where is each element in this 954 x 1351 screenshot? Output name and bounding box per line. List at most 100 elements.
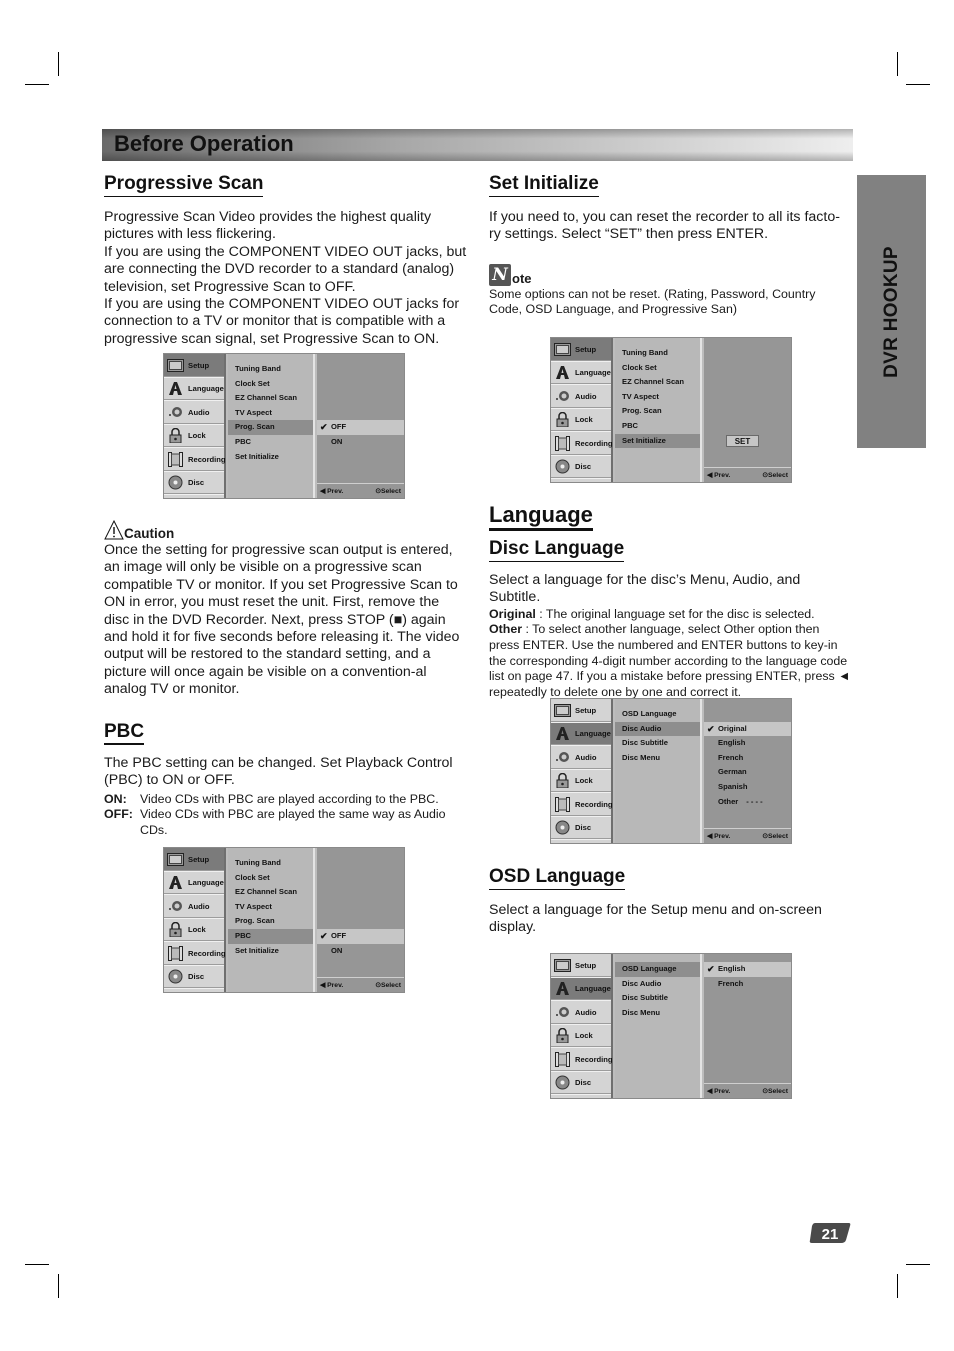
osd-category-lock[interactable]: Lock (551, 409, 611, 432)
osd-menu-item[interactable]: PBC (228, 928, 313, 944)
osd-option[interactable]: French (704, 751, 791, 766)
osd-category-label: Audio (575, 391, 597, 401)
prev-hint[interactable]: ◀ Prev. (320, 981, 343, 989)
osd-category-label: Disc (575, 1078, 592, 1088)
select-hint[interactable]: ⊙Select (762, 1087, 788, 1095)
osd-category-audio[interactable]: Audio (164, 895, 224, 919)
crop-mark (58, 1274, 59, 1298)
osd-menu-item[interactable]: Prog. Scan (228, 914, 313, 929)
osd-option[interactable]: English (704, 736, 791, 751)
osd-menu-item[interactable]: EZ Channel Scan (228, 391, 313, 406)
osd-menu-item[interactable]: Disc Subtitle (615, 736, 700, 751)
select-hint[interactable]: ⊙Select (375, 981, 401, 989)
osd-menu-item[interactable]: TV Aspect (228, 406, 313, 421)
osd-option-label: OFF (331, 422, 347, 432)
osd-option[interactable]: ON (317, 944, 404, 959)
osd-menu-item[interactable]: Disc Audio (615, 721, 700, 737)
select-hint[interactable]: ⊙Select (762, 832, 788, 840)
osd-category-audio[interactable]: Audio (551, 385, 611, 409)
prev-hint[interactable]: ◀ Prev. (707, 471, 730, 479)
osd-menu-item[interactable]: Disc Menu (615, 1006, 700, 1021)
osd-category-language[interactable]: Language (551, 362, 611, 385)
language-code-field[interactable]: - - - - (746, 797, 762, 806)
osd-category-recording[interactable]: Recording (551, 793, 613, 817)
osd-category-disc[interactable]: Disc (164, 966, 224, 989)
osd-category-setup[interactable]: Setup (164, 354, 224, 378)
osd-category-language[interactable]: Language (164, 378, 224, 401)
osd-option[interactable]: ON (317, 435, 404, 450)
osd-menu-item[interactable]: Prog. Scan (615, 404, 700, 419)
osd-category-audio[interactable]: Audio (164, 401, 224, 425)
osd-category-recording[interactable]: Recording (551, 1048, 613, 1072)
osd-menu-item[interactable]: Disc Menu (615, 751, 700, 766)
lock-icon (554, 412, 571, 428)
osd-menu-item[interactable]: OSD Language (615, 707, 700, 722)
osd-category-recording[interactable]: Recording (164, 942, 226, 966)
osd-option[interactable]: ✔ English (704, 962, 791, 977)
osd-menu-item[interactable]: PBC (228, 435, 313, 450)
prev-hint[interactable]: ◀ Prev. (707, 1087, 730, 1095)
osd-menu-item[interactable]: Tuning Band (228, 856, 313, 871)
osd-menu-item[interactable]: PBC (615, 419, 700, 434)
osd-language-section: OSD Language Select a language for the S… (489, 866, 851, 937)
osd-category-disc[interactable]: Disc (164, 472, 224, 495)
osd-menu-item[interactable]: TV Aspect (228, 900, 313, 915)
osd-menu-item[interactable]: EZ Channel Scan (228, 885, 313, 900)
osd-category-language[interactable]: Language (164, 872, 224, 895)
osd-category-lock[interactable]: Lock (551, 770, 611, 793)
osd-menu-item[interactable]: Tuning Band (228, 362, 313, 377)
osd-category-lock[interactable]: Lock (164, 425, 224, 448)
select-hint[interactable]: ⊙Select (762, 471, 788, 479)
osd-menu-item[interactable]: Clock Set (228, 871, 313, 886)
osd-category-label: Recording (188, 454, 226, 464)
osd-menu-item[interactable]: Disc Subtitle (615, 991, 700, 1006)
crop-mark (906, 1264, 930, 1265)
osd-menu-item[interactable]: Tuning Band (615, 346, 700, 361)
osd-category-setup[interactable]: Setup (164, 848, 224, 872)
osd-menu-item[interactable]: Clock Set (615, 361, 700, 376)
osd-menu-item[interactable]: Prog. Scan (228, 420, 313, 435)
osd-category-lock[interactable]: Lock (551, 1025, 611, 1048)
side-tab-label: DVR HOOKUP (880, 245, 902, 378)
osd-category-setup[interactable]: Setup (551, 954, 611, 978)
osd-menu-item[interactable]: Set Initialize (615, 433, 700, 449)
osd-category-disc[interactable]: Disc (551, 1072, 611, 1095)
audio-icon (554, 389, 571, 404)
osd-option[interactable]: Other - - - - (704, 795, 791, 810)
osd-option[interactable]: French (704, 977, 791, 992)
select-label: Select (380, 982, 401, 989)
osd-menu-item[interactable]: Set Initialize (228, 450, 313, 465)
osd-option[interactable]: ✔ OFF (317, 929, 404, 944)
original-label: Original (489, 606, 536, 621)
osd-option[interactable]: ✔ OFF (317, 420, 404, 435)
osd-category-recording[interactable]: Recording (551, 432, 613, 456)
osd-option-panel: ✔ English French ◀ Prev. ⊙Select (704, 954, 791, 1098)
select-hint[interactable]: ⊙Select (375, 487, 401, 495)
osd-option[interactable]: German (704, 765, 791, 780)
osd-category-language[interactable]: Language (551, 722, 611, 746)
osd-option[interactable]: ✔ Original (704, 721, 791, 737)
osd-category-recording[interactable]: Recording (164, 448, 226, 472)
prev-hint[interactable]: ◀ Prev. (320, 487, 343, 495)
osd-category-label: Setup (575, 344, 597, 354)
osd-menu-item[interactable]: EZ Channel Scan (615, 375, 700, 390)
osd-category-disc[interactable]: Disc (551, 456, 611, 479)
prev-hint[interactable]: ◀ Prev. (707, 832, 730, 840)
osd-menu-item[interactable]: OSD Language (615, 962, 700, 977)
osd-menu-item[interactable]: Set Initialize (228, 944, 313, 959)
osd-menu-item[interactable]: Clock Set (228, 377, 313, 392)
osd-option[interactable]: Spanish (704, 780, 791, 795)
osd-category-language[interactable]: Language (551, 977, 611, 1001)
set-button[interactable]: SET (726, 434, 759, 447)
osd-category-label: Lock (575, 776, 593, 786)
osd-category-lock[interactable]: Lock (164, 919, 224, 942)
osd-category-audio[interactable]: Audio (551, 746, 611, 770)
osd-menu-item-list: Tuning Band Clock Set EZ Channel Scan TV As… (228, 848, 315, 992)
osd-category-audio[interactable]: Audio (551, 1001, 611, 1025)
osd-category-disc[interactable]: Disc (551, 817, 611, 840)
osd-menu-item[interactable]: TV Aspect (615, 390, 700, 405)
osd-category-setup[interactable]: Setup (551, 699, 611, 723)
osd-category-setup[interactable]: Setup (551, 338, 611, 362)
osd-menu-item[interactable]: Disc Audio (615, 977, 700, 992)
audio-icon (554, 1005, 571, 1020)
